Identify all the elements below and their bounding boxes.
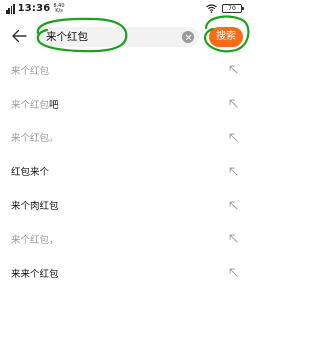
arrow-up-left-icon[interactable]	[229, 99, 238, 108]
status-right: 70	[206, 4, 244, 13]
suggestion-item[interactable]: 来个红包，	[0, 222, 250, 256]
status-time: 13:36	[17, 3, 51, 14]
suggestion-match: 来个红包	[11, 65, 50, 77]
battery-level: 70	[228, 5, 236, 12]
arrow-up-left-icon[interactable]	[229, 133, 238, 142]
suggestion-text: 来个肉红包	[11, 198, 59, 212]
arrow-up-left-icon[interactable]	[229, 65, 238, 74]
suggestion-match: 来个红包	[11, 99, 50, 111]
suggestion-text: 来个红包，	[11, 232, 59, 246]
arrow-up-left-icon[interactable]	[229, 167, 238, 176]
battery-icon: 70	[222, 4, 244, 13]
suggestion-rest: 吧	[49, 99, 59, 111]
wifi-icon	[206, 4, 217, 13]
suggestion-text: 来个红包吧	[11, 97, 59, 111]
suggestion-text: 红包来个	[11, 164, 49, 178]
search-box[interactable]: 来个红包	[34, 27, 199, 47]
suggestion-item[interactable]: 来个红包	[0, 53, 250, 87]
suggestion-item[interactable]: 来个肉红包	[0, 188, 250, 222]
suggestion-item[interactable]: 红包来个	[0, 154, 250, 188]
suggestion-item[interactable]: 来来个红包	[0, 256, 250, 290]
signal-icon	[6, 3, 16, 14]
suggestion-list: 来个红包 来个红包吧 来个红包。 红包来个 来个肉红包 来个红包， 来来个红包	[0, 53, 250, 290]
suggestion-text: 来个红包。	[11, 130, 59, 144]
suggestion-item[interactable]: 来个红包吧	[0, 87, 250, 121]
arrow-up-left-icon[interactable]	[229, 268, 238, 277]
status-bar: 13:36 8.40 K/s 70	[0, 0, 250, 20]
arrow-left-icon[interactable]	[11, 29, 27, 43]
search-button[interactable]: 搜索	[209, 27, 243, 47]
suggestion-rest: 来个肉红包	[11, 201, 59, 213]
arrow-up-left-icon[interactable]	[229, 234, 238, 243]
suggestion-text: 来个红包	[11, 63, 49, 77]
suggestion-rest: 红包来个	[11, 167, 50, 179]
suggestion-item[interactable]: 来个红包。	[0, 121, 250, 155]
suggestion-rest: 来来个红包	[11, 268, 59, 280]
suggestion-text: 来来个红包	[11, 266, 59, 280]
network-speed: 8.40 K/s	[53, 3, 64, 14]
arrow-up-left-icon[interactable]	[229, 201, 238, 210]
suggestion-match: 来个红包，	[11, 234, 59, 246]
clear-icon[interactable]	[182, 31, 194, 43]
network-speed-unit: K/s	[55, 7, 63, 14]
search-input[interactable]: 来个红包	[46, 28, 88, 46]
suggestion-match: 来个红包。	[11, 133, 59, 145]
status-left: 13:36 8.40 K/s	[6, 3, 65, 14]
